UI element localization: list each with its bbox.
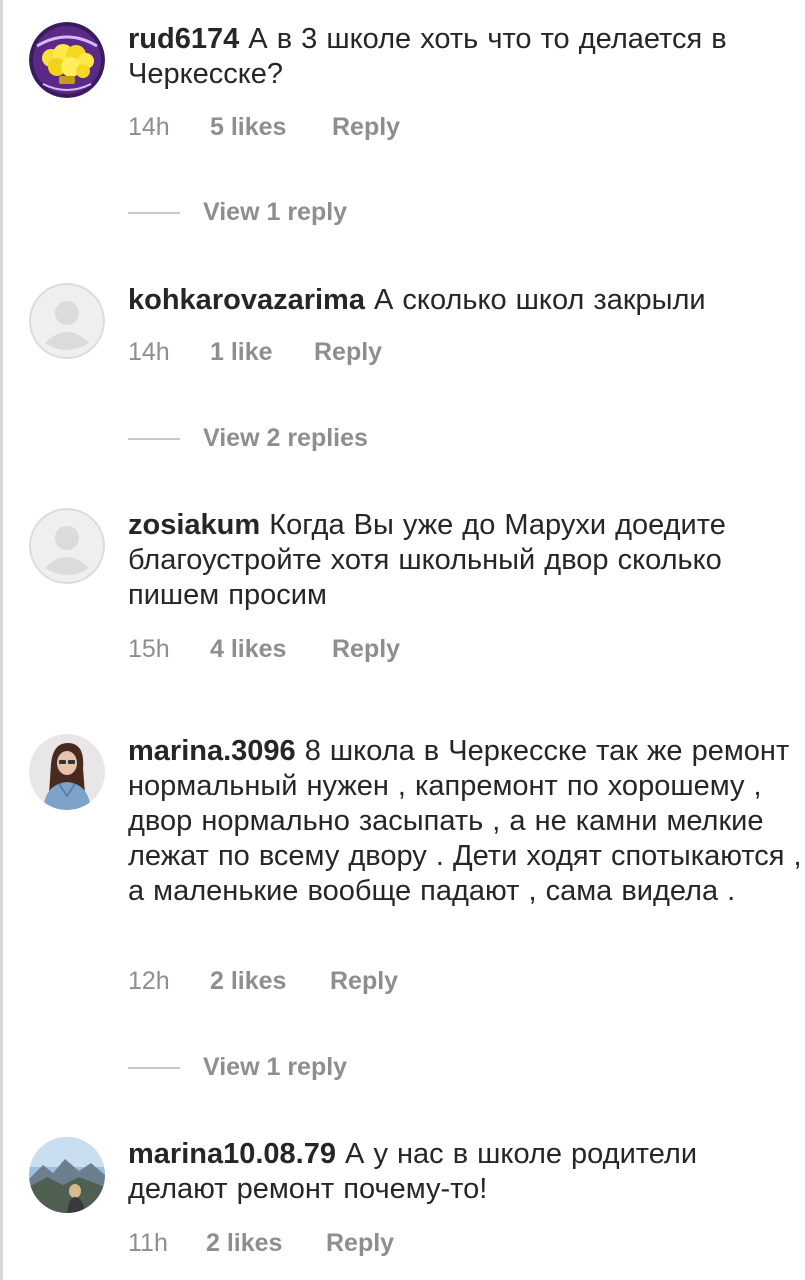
- reply-button[interactable]: Reply: [314, 334, 382, 370]
- comment-body: zosiakum Когда Вы уже до Марухи доедите …: [128, 508, 805, 613]
- comment-time: 15h: [128, 635, 170, 663]
- view-replies-line: [128, 438, 180, 440]
- view-replies-line: [128, 1067, 180, 1069]
- reply-button[interactable]: Reply: [332, 631, 400, 667]
- view-replies-line: [128, 212, 180, 214]
- comment-body: rud6174 А в 3 школе хоть что то делается…: [128, 22, 805, 92]
- comment-time: 12h: [128, 967, 170, 995]
- avatar-girl-photo-icon[interactable]: [29, 734, 105, 810]
- comment-username[interactable]: rud6174: [128, 23, 239, 55]
- avatar-yellow-flowers-icon[interactable]: [29, 22, 105, 98]
- comment-likes-button[interactable]: 5 likes: [210, 109, 286, 145]
- comment-likes-button[interactable]: 2 likes: [210, 963, 286, 999]
- left-edge-border: [0, 0, 3, 1280]
- comment-body: marina.3096 8 школа в Черкесске так же р…: [128, 734, 805, 909]
- comment-time: 14h: [128, 338, 170, 366]
- comment-time: 14h: [128, 113, 170, 141]
- comment-likes-button[interactable]: 4 likes: [210, 631, 286, 667]
- view-replies-label: View 2 replies: [203, 424, 368, 452]
- reply-button[interactable]: Reply: [332, 109, 400, 145]
- default-user-avatar-icon[interactable]: [29, 508, 105, 584]
- comment-username[interactable]: zosiakum: [128, 509, 260, 541]
- reply-button[interactable]: Reply: [326, 1225, 394, 1261]
- view-replies-label: View 1 reply: [203, 198, 348, 226]
- comment-username[interactable]: marina.3096: [128, 735, 296, 767]
- comment-likes-button[interactable]: 2 likes: [206, 1225, 282, 1261]
- view-replies-label: View 1 reply: [203, 1053, 348, 1081]
- comment-time: 11h: [128, 1229, 168, 1257]
- reply-button[interactable]: Reply: [330, 963, 398, 999]
- comment-text: А сколько школ закрыли: [374, 284, 706, 316]
- comment-username[interactable]: marina10.08.79: [128, 1138, 336, 1170]
- comment-username[interactable]: kohkarovazarima: [128, 284, 365, 316]
- comment-body: marina10.08.79 А у нас в школе родители …: [128, 1137, 805, 1207]
- comment-likes-button[interactable]: 1 like: [210, 334, 273, 370]
- comment-body: kohkarovazarima А сколько школ закрыли: [128, 283, 805, 318]
- default-user-avatar-icon[interactable]: [29, 283, 105, 359]
- avatar-mountain-photo-icon[interactable]: [29, 1137, 105, 1213]
